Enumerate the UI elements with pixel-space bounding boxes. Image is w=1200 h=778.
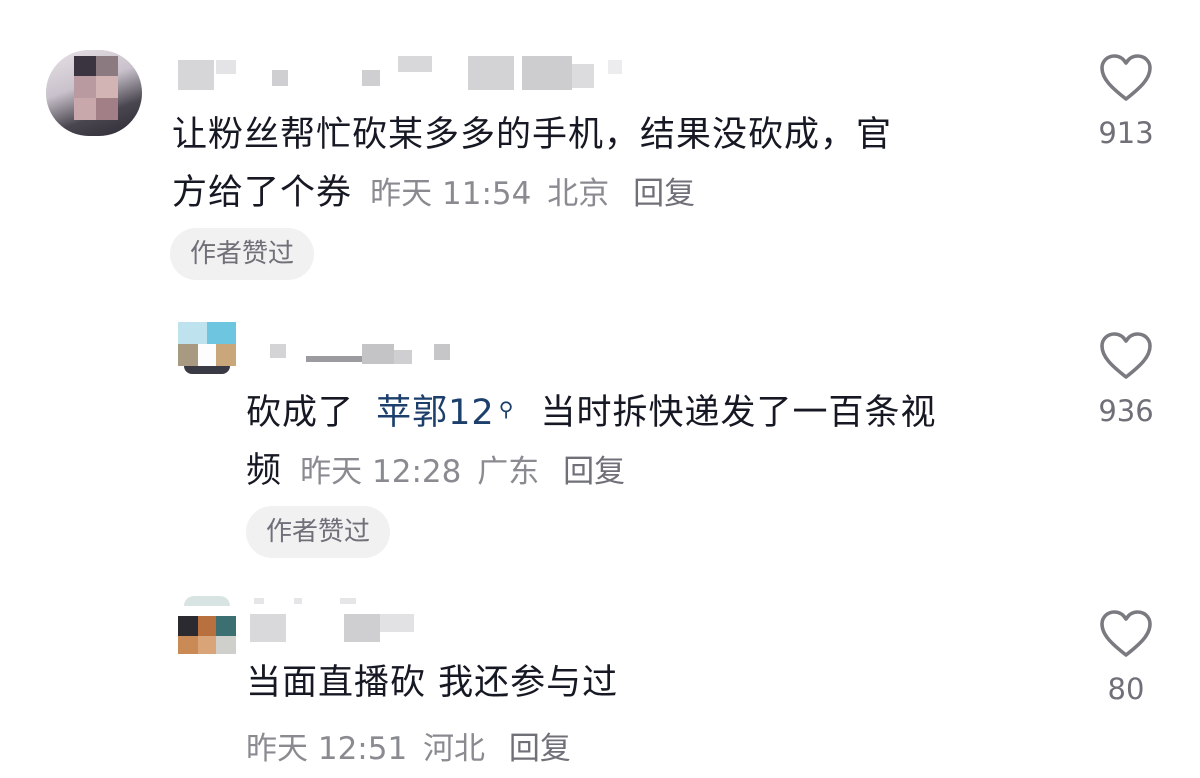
reply-button[interactable]: 回复: [633, 176, 695, 212]
heart-outline-icon[interactable]: [1098, 330, 1154, 382]
username-blurred[interactable]: [250, 598, 420, 642]
avatar[interactable]: [178, 596, 236, 656]
comment-meta: 昨天 11:54 北京 回复: [364, 176, 695, 212]
comment-text-line: 方给了个券: [172, 173, 353, 213]
comment-item: 让粉丝帮忙砍某多多的手机，结果没砍成，官 方给了个券 昨天 11:54 北京 回…: [0, 0, 1200, 300]
author-liked-badge: 作者赞过: [170, 228, 315, 280]
comment-location: 广东: [477, 454, 540, 490]
comment-text-segment: 砍成了: [246, 393, 355, 433]
avatar[interactable]: [178, 322, 236, 374]
like-button[interactable]: 913: [1076, 52, 1176, 150]
comment-text: 砍成了 苹郭12 ⚲ 当时拆快递发了一百条视 频 昨天 12:28 广东 回复: [246, 384, 1066, 501]
user-mention-link[interactable]: 苹郭12: [376, 393, 495, 433]
reply-button[interactable]: 回复: [509, 731, 571, 767]
username-blurred[interactable]: [270, 340, 470, 364]
comment-text-line: 砍成了 苹郭12 ⚲ 当时拆快递发了一百条视: [246, 384, 1066, 442]
heart-outline-icon[interactable]: [1098, 52, 1154, 104]
like-count: 913: [1098, 116, 1154, 150]
avatar[interactable]: [46, 50, 142, 136]
reply-button[interactable]: 回复: [563, 454, 625, 490]
like-count: 936: [1098, 394, 1154, 428]
reply-item: 砍成了 苹郭12 ⚲ 当时拆快递发了一百条视 频 昨天 12:28 广东 回复 作…: [0, 300, 1200, 590]
search-icon[interactable]: ⚲: [499, 380, 515, 438]
comment-location: 河北: [423, 731, 486, 767]
comment-time: 昨天 12:51: [246, 731, 408, 767]
comment-text-line-with-meta: 频 昨天 12:28 广东 回复: [246, 442, 1066, 501]
comment-text: 让粉丝帮忙砍某多多的手机，结果没砍成，官 方给了个券 昨天 11:54 北京 回…: [172, 106, 1052, 223]
username-blurred[interactable]: [178, 56, 628, 90]
comment-text-line: 让粉丝帮忙砍某多多的手机，结果没砍成，官: [172, 115, 893, 155]
heart-outline-icon[interactable]: [1098, 608, 1154, 660]
reply-item: 当面直播砍 我还参与过 昨天 12:51 河北 回复 80: [0, 590, 1200, 778]
comment-text: 当面直播砍 我还参与过: [246, 654, 1066, 712]
comment-text-line: 当面直播砍 我还参与过: [246, 663, 619, 703]
comment-text-line-with-meta: 方给了个券 昨天 11:54 北京 回复: [172, 164, 1052, 223]
like-button[interactable]: 80: [1076, 608, 1176, 706]
comment-time: 昨天 12:28: [300, 454, 462, 490]
comment-meta: 昨天 12:51 河北 回复: [246, 726, 571, 772]
comment-location: 北京: [547, 176, 610, 212]
comment-text-segment: 当时拆快递发了一百条视: [540, 393, 937, 433]
author-liked-badge: 作者赞过: [246, 506, 391, 558]
comment-meta: 昨天 12:28 广东 回复: [294, 454, 625, 490]
comment-text-line: 频: [246, 451, 283, 491]
like-button[interactable]: 936: [1076, 330, 1176, 428]
like-count: 80: [1107, 672, 1145, 706]
comment-time: 昨天 11:54: [370, 176, 532, 212]
